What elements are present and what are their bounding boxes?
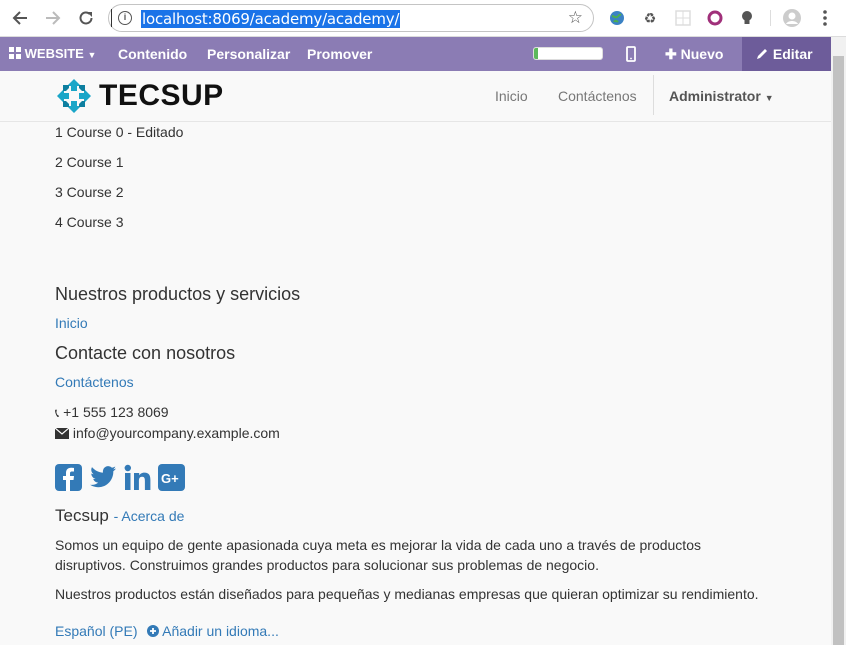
email-address[interactable]: info@yourcompany.example.com [73,425,280,441]
phone-icon: 📞︎ [55,406,60,420]
mobile-preview-button[interactable] [626,37,636,71]
language-selector[interactable]: Español (PE) [55,623,137,639]
tecsup-logo[interactable]: TECSUP [55,77,223,117]
products-heading: Nuestros productos y servicios [55,284,301,304]
browser-toolbar: i localhost:8069/academy/academy/ ☆ ♻ [0,0,846,37]
envelope-icon [54,427,70,439]
profile-avatar-icon[interactable] [782,8,802,28]
globe-extension-icon[interactable] [607,8,627,28]
linkedin-icon[interactable] [124,464,151,491]
progress-fill [534,48,539,59]
about-paragraph-2: Nuestros productos están diseñados para … [55,586,759,602]
apps-grid-icon [9,47,21,59]
editar-button[interactable]: Editar [742,37,831,71]
logo-text: TECSUP [99,79,224,112]
user-menu[interactable]: Administrator ▼ [669,71,774,121]
odoo-website-bar: WEBSITE ▼ Contenido Personalizar Promove… [0,37,831,71]
pencil-icon [757,49,767,59]
recycle-extension-icon[interactable]: ♻ [640,8,660,28]
bookmark-star-icon[interactable]: ☆ [568,8,583,28]
add-language-button[interactable]: Añadir un idioma... [147,623,279,639]
phone-number: +1 555 123 8069 [63,404,169,420]
nav-divider [653,75,654,115]
email-line: info@yourcompany.example.com [54,425,280,441]
website-label: WEBSITE [24,46,84,61]
caret-down-icon: ▼ [764,93,774,103]
site-header: TECSUP Inicio Contáctenos Administrator … [0,71,831,122]
back-arrow-icon [12,11,27,25]
user-name: Administrator [669,88,761,104]
about-paragraph-1: Somos un equipo de gente apasionada cuya… [55,537,701,573]
promover-menu[interactable]: Promover [307,37,372,71]
phone-line: 📞︎ +1 555 123 8069 [55,404,169,421]
svg-text:G+: G+ [161,471,179,486]
website-menu[interactable]: WEBSITE ▼ [9,37,96,71]
forward-button[interactable] [41,6,65,30]
facebook-icon[interactable] [55,464,82,491]
about-heading: Tecsup - Acerca de [55,506,184,526]
course-item: 4 Course 3 [55,214,124,230]
plus-icon: ✚ [665,46,677,62]
caret-down-icon: ▼ [87,50,97,60]
course-item: 1 Course 0 - Editado [55,124,184,140]
nav-link-inicio[interactable]: Inicio [495,71,528,121]
company-name: Tecsup [55,506,109,525]
back-button[interactable] [8,6,32,30]
course-item: 3 Course 2 [55,184,124,200]
course-item: 2 Course 1 [55,154,124,170]
forward-arrow-icon [46,11,61,25]
page-progress-bar [533,47,603,60]
opera-extension-icon[interactable] [705,8,725,28]
twitter-icon[interactable] [89,464,117,491]
reload-icon [79,11,93,25]
reload-button[interactable] [74,6,98,30]
lightbulb-extension-icon[interactable] [737,8,757,28]
plus-circle-icon [147,625,159,637]
toolbar-divider [770,10,771,26]
personalizar-menu[interactable]: Personalizar [207,37,290,71]
address-bar[interactable]: i localhost:8069/academy/academy/ ☆ [108,4,594,32]
mobile-phone-icon [626,46,636,62]
scrollbar-thumb[interactable] [833,56,844,645]
url-text[interactable]: localhost:8069/academy/academy/ [141,10,401,28]
menu-kebab-icon[interactable] [815,8,835,28]
grid-extension-icon[interactable] [673,8,693,28]
contenido-menu[interactable]: Contenido [118,37,187,71]
info-icon[interactable]: i [118,11,132,25]
google-plus-icon[interactable]: G+ [158,464,185,491]
nav-link-contactenos[interactable]: Contáctenos [558,71,637,121]
editar-label: Editar [772,46,813,62]
nuevo-label: Nuevo [680,46,724,62]
footer-link-inicio[interactable]: Inicio [55,315,88,331]
text-cursor [111,9,112,27]
contact-heading: Contacte con nosotros [55,343,236,363]
about-link[interactable]: - Acerca de [114,508,185,524]
footer-link-contactenos[interactable]: Contáctenos [55,374,134,390]
tecsup-logo-icon [57,79,91,113]
nuevo-button[interactable]: ✚ Nuevo [665,37,723,71]
add-language-label: Añadir un idioma... [162,623,279,639]
